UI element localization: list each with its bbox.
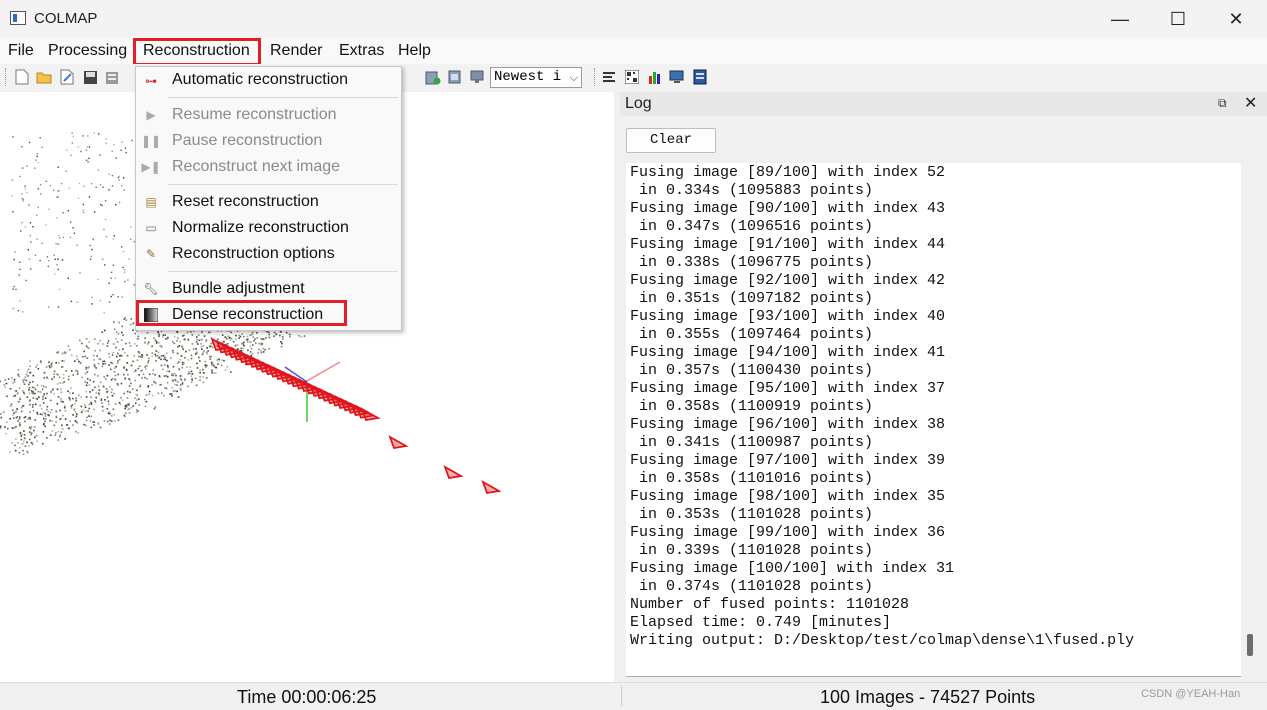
dense-reconstruction-highlight-box bbox=[136, 300, 347, 326]
undistort-icon[interactable] bbox=[469, 69, 485, 85]
colmap-app-icon bbox=[10, 11, 26, 25]
match-matrix-icon[interactable] bbox=[624, 69, 640, 85]
panel-splitter[interactable] bbox=[614, 92, 620, 682]
title-bar bbox=[0, 0, 1267, 38]
camera-frustum bbox=[390, 437, 406, 448]
axis-line bbox=[305, 362, 340, 382]
grab-movie-icon[interactable] bbox=[447, 69, 463, 85]
sync-mode-combobox[interactable]: Newest i ⌵ bbox=[490, 67, 582, 88]
edit-project-icon[interactable] bbox=[59, 69, 75, 85]
play-icon: ▶ bbox=[142, 107, 160, 123]
log-panel-title: Log bbox=[625, 95, 652, 113]
menu-render[interactable]: Render bbox=[270, 42, 322, 60]
log-text-area[interactable]: Fusing image [89/100] with index 52 in 0… bbox=[626, 163, 1241, 677]
normalize-icon: ▭ bbox=[142, 220, 160, 236]
log-scrollbar-thumb[interactable] bbox=[1247, 634, 1253, 656]
menu-help[interactable]: Help bbox=[398, 42, 431, 60]
log-scrollbar[interactable] bbox=[1241, 163, 1259, 676]
menu-item-normalize-reconstruction[interactable]: Normalize reconstruction bbox=[172, 219, 349, 237]
monitor-icon[interactable] bbox=[669, 69, 685, 85]
automatic-reconstruction-icon: ⊶ bbox=[142, 73, 160, 89]
menu-item-bundle-adjustment[interactable]: Bundle adjustment bbox=[172, 280, 305, 298]
database-icon[interactable] bbox=[692, 69, 708, 85]
log-icon[interactable] bbox=[602, 69, 618, 85]
status-divider bbox=[621, 686, 622, 706]
menu-separator bbox=[168, 271, 398, 272]
maximize-button[interactable]: ☐ bbox=[1149, 0, 1207, 38]
minimize-button[interactable]: — bbox=[1091, 0, 1149, 38]
import-icon[interactable] bbox=[104, 69, 120, 85]
reconstruction-menu: ⊶ Automatic reconstruction ▶ Resume reco… bbox=[135, 66, 402, 331]
menu-processing[interactable]: Processing bbox=[48, 42, 127, 60]
camera-frustum bbox=[362, 409, 378, 420]
menu-extras[interactable]: Extras bbox=[339, 42, 384, 60]
new-project-icon[interactable] bbox=[14, 69, 30, 85]
menu-separator bbox=[168, 184, 398, 185]
open-project-icon[interactable] bbox=[36, 69, 52, 85]
toolbar-grip bbox=[5, 68, 8, 86]
menu-item-reconstruct-next-image[interactable]: Reconstruct next image bbox=[172, 158, 340, 176]
menu-item-reset-reconstruction[interactable]: Reset reconstruction bbox=[172, 193, 319, 211]
status-image-point-count: 100 Images - 74527 Points bbox=[820, 687, 1035, 708]
options-icon: ✎ bbox=[142, 246, 160, 262]
close-button[interactable]: ✕ bbox=[1207, 0, 1265, 38]
toolbar-grip bbox=[594, 68, 597, 86]
menu-item-resume-reconstruction[interactable]: Resume reconstruction bbox=[172, 106, 337, 124]
camera-frustum bbox=[483, 482, 499, 493]
histogram-icon[interactable] bbox=[647, 69, 663, 85]
log-text: Fusing image [89/100] with index 52 in 0… bbox=[630, 164, 1134, 650]
menu-item-automatic-reconstruction[interactable]: Automatic reconstruction bbox=[172, 71, 348, 89]
wrench-icon: 🔧︎ bbox=[142, 281, 160, 297]
menu-item-reconstruction-options[interactable]: Reconstruction options bbox=[172, 245, 335, 263]
status-bar bbox=[0, 682, 1267, 710]
close-panel-icon[interactable]: ✕ bbox=[1244, 93, 1257, 113]
log-panel-header bbox=[620, 92, 1267, 116]
chevron-down-icon: ⌵ bbox=[570, 68, 578, 87]
grab-image-icon[interactable] bbox=[425, 69, 441, 85]
status-time: Time 00:00:06:25 bbox=[237, 687, 376, 708]
pause-icon: ❚❚ bbox=[142, 133, 160, 149]
reconstruction-menu-highlight-box bbox=[133, 38, 261, 66]
camera-frustum bbox=[445, 467, 461, 478]
menu-separator bbox=[168, 97, 398, 98]
step-icon: ▶❚ bbox=[142, 159, 160, 175]
menu-item-pause-reconstruction[interactable]: Pause reconstruction bbox=[172, 132, 322, 150]
window-title: COLMAP bbox=[34, 10, 97, 27]
float-panel-icon[interactable]: ⧉ bbox=[1218, 96, 1227, 111]
menu-file[interactable]: File bbox=[8, 42, 34, 60]
reset-icon: ▤ bbox=[142, 194, 160, 210]
clear-log-button[interactable]: Clear bbox=[626, 128, 716, 153]
watermark: CSDN @YEAH-Han bbox=[1141, 688, 1240, 700]
save-project-icon[interactable] bbox=[82, 69, 98, 85]
sync-mode-value: Newest i bbox=[494, 69, 561, 85]
